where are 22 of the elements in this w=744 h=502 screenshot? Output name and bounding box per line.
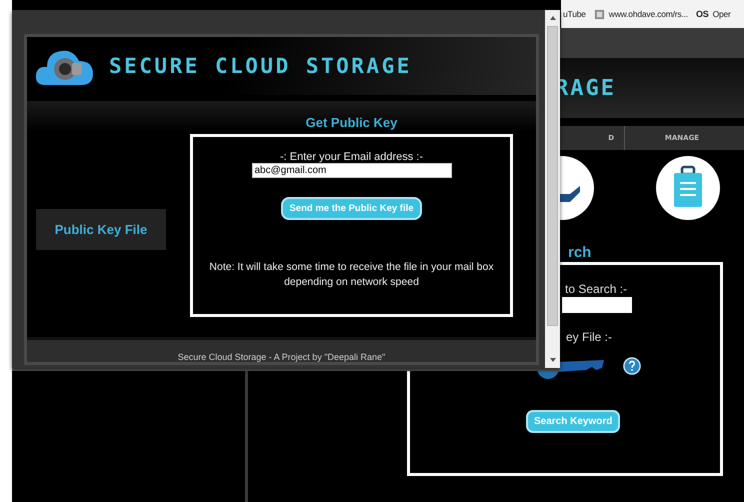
- bookmark-link[interactable]: Oper: [710, 9, 733, 19]
- field-label: to Search :-: [565, 282, 628, 296]
- scrollbar[interactable]: [545, 10, 560, 368]
- email-field[interactable]: abc@gmail.com: [252, 163, 452, 178]
- favicon-icon: [594, 8, 605, 20]
- bookmark-link[interactable]: uTube: [561, 9, 588, 19]
- help-icon[interactable]: [623, 357, 641, 375]
- site-title: SECURE CLOUD STORAGE: [109, 54, 412, 78]
- scroll-down-icon[interactable]: [548, 356, 558, 364]
- briefcase-icon[interactable]: [656, 156, 720, 220]
- field-label: -: Enter your Email address :-: [280, 151, 424, 163]
- section-heading: rch: [568, 244, 592, 261]
- public-key-file-button[interactable]: Public Key File: [36, 208, 166, 250]
- section-heading: Get Public Key: [306, 115, 398, 130]
- keyword-field[interactable]: [562, 297, 632, 313]
- bookmark-logo-text: OS: [696, 9, 709, 19]
- note-text: Note: It will take some time to receive the file in your mail box depending on network speed: [208, 260, 495, 290]
- footer-text: Secure Cloud Storage - A Project by "Deepali Rane": [178, 352, 386, 362]
- bookmark-link[interactable]: www.ohdave.com/rs...: [606, 9, 690, 19]
- field-label: ey File :-: [566, 330, 612, 344]
- scroll-thumb[interactable]: [547, 26, 558, 326]
- scroll-up-icon[interactable]: [548, 14, 558, 22]
